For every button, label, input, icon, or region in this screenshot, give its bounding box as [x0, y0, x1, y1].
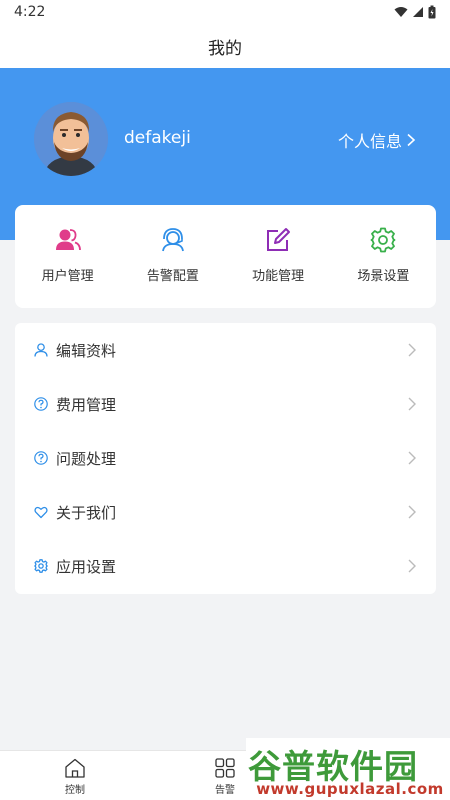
heart-icon	[33, 504, 49, 520]
gear-icon	[33, 558, 49, 574]
tab-control[interactable]: 控制	[35, 751, 115, 800]
quick-action-label: 用户管理	[41, 269, 94, 284]
quick-action-label: 功能管理	[252, 269, 305, 284]
chevron-right-icon	[406, 451, 418, 465]
title-bar: 我的	[0, 24, 450, 68]
question-circle-icon	[33, 396, 49, 412]
battery-icon	[428, 5, 436, 19]
grid-icon	[215, 758, 235, 778]
quick-action-label: 场景设置	[357, 269, 410, 284]
page-title: 我的	[208, 38, 242, 59]
status-time: 4:22	[14, 4, 46, 20]
quick-actions-card: 用户管理 告警配置 功能管理 场景设置	[15, 205, 436, 308]
watermark: 谷普软件园 www.gupuxlazal.com	[246, 738, 450, 800]
wifi-icon	[394, 7, 408, 17]
gear-icon	[368, 225, 398, 255]
menu-item-edit-profile[interactable]: 编辑资料	[15, 323, 436, 377]
person-icon	[33, 342, 49, 358]
menu-item-issue-handling[interactable]: 问题处理	[15, 431, 436, 485]
avatar-illustration	[34, 102, 108, 176]
chevron-right-icon	[406, 505, 418, 519]
status-icons	[394, 5, 436, 19]
avatar[interactable]	[34, 102, 108, 176]
chevron-right-icon	[406, 343, 418, 357]
username: defakeji	[124, 128, 191, 148]
question-circle-icon	[33, 450, 49, 466]
quick-action-user-management[interactable]: 用户管理	[15, 205, 120, 308]
menu-item-label: 问题处理	[56, 449, 117, 468]
quick-action-function-management[interactable]: 功能管理	[226, 205, 331, 308]
menu-item-label: 关于我们	[56, 503, 117, 522]
settings-menu: 编辑资料 费用管理 问题处理 关于我们 应用设置	[15, 323, 436, 594]
menu-item-label: 费用管理	[56, 395, 117, 414]
profile-info-link[interactable]: 个人信息	[338, 128, 416, 152]
menu-item-about-us[interactable]: 关于我们	[15, 485, 436, 539]
chevron-right-icon	[407, 133, 416, 147]
users-icon	[53, 225, 83, 255]
menu-item-app-settings[interactable]: 应用设置	[15, 539, 436, 593]
tab-label: 控制	[65, 785, 85, 796]
quick-action-scene-settings[interactable]: 场景设置	[331, 205, 436, 308]
quick-action-label: 告警配置	[146, 269, 199, 284]
menu-item-label: 应用设置	[56, 557, 117, 576]
menu-item-fee-management[interactable]: 费用管理	[15, 377, 436, 431]
profile-info-label: 个人信息	[337, 132, 402, 151]
menu-item-label: 编辑资料	[56, 341, 117, 360]
chevron-right-icon	[406, 397, 418, 411]
tab-label: 告警	[215, 785, 235, 796]
quick-action-alarm-config[interactable]: 告警配置	[120, 205, 225, 308]
alarm-headset-icon	[158, 225, 188, 255]
signal-icon	[413, 7, 423, 17]
edit-icon	[263, 225, 293, 255]
chevron-right-icon	[406, 559, 418, 573]
status-bar: 4:22	[0, 0, 450, 24]
home-icon	[65, 758, 85, 778]
watermark-url: www.gupuxlazal.com	[256, 780, 444, 798]
